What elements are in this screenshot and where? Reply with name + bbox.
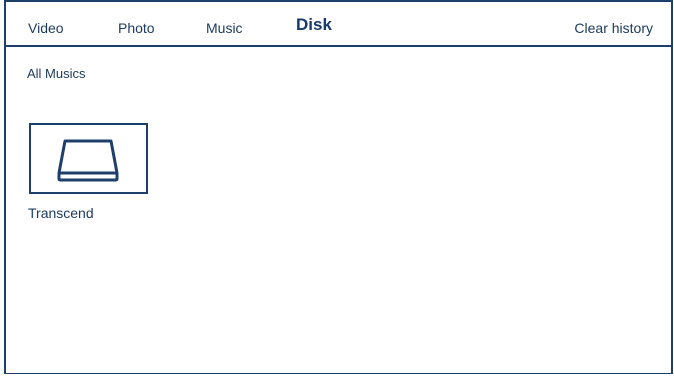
section-title: All Musics bbox=[27, 66, 86, 81]
tab-music[interactable]: Music bbox=[206, 19, 243, 37]
tab-photo[interactable]: Photo bbox=[118, 19, 155, 37]
tab-video[interactable]: Video bbox=[28, 19, 64, 37]
device-tile-transcend[interactable] bbox=[29, 123, 148, 194]
app-window: Video Photo Music Disk Clear history All… bbox=[4, 0, 673, 374]
clear-history-button[interactable]: Clear history bbox=[574, 19, 653, 37]
tab-disk[interactable]: Disk bbox=[296, 16, 332, 34]
top-nav-bar: Video Photo Music Disk Clear history bbox=[6, 2, 671, 47]
device-label: Transcend bbox=[28, 205, 94, 221]
hard-drive-icon bbox=[57, 139, 119, 182]
